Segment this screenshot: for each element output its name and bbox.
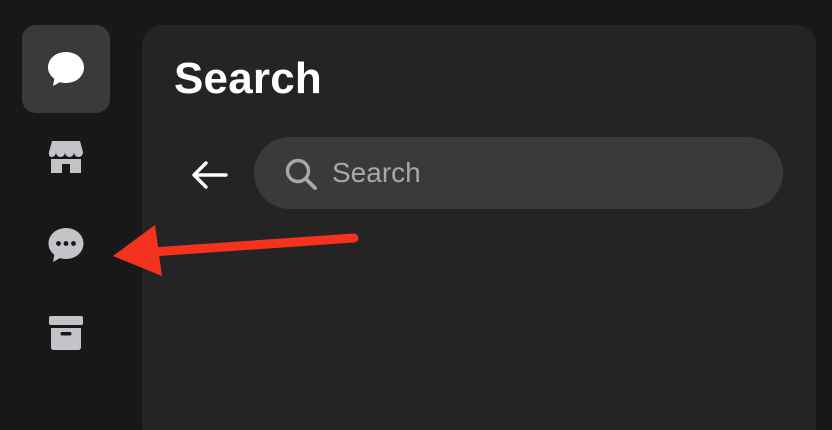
sidebar-item-marketplace[interactable] [22, 113, 110, 201]
search-input[interactable] [332, 151, 752, 195]
message-dots-icon [48, 228, 84, 262]
search-icon [285, 158, 317, 190]
chat-bubble-icon [48, 52, 84, 86]
archive-box-icon [49, 316, 83, 350]
sidebar-item-message-requests[interactable] [22, 201, 110, 289]
arrow-left-icon [192, 161, 228, 189]
search-panel: Search [142, 25, 816, 430]
back-button[interactable] [184, 149, 236, 201]
sidebar-rail [0, 0, 132, 430]
sidebar-item-archive[interactable] [22, 289, 110, 377]
marketplace-store-icon [48, 141, 83, 173]
app-window: Search [0, 0, 832, 430]
search-bar[interactable] [254, 137, 783, 209]
sidebar-item-chats[interactable] [22, 25, 110, 113]
page-title: Search [174, 54, 322, 103]
